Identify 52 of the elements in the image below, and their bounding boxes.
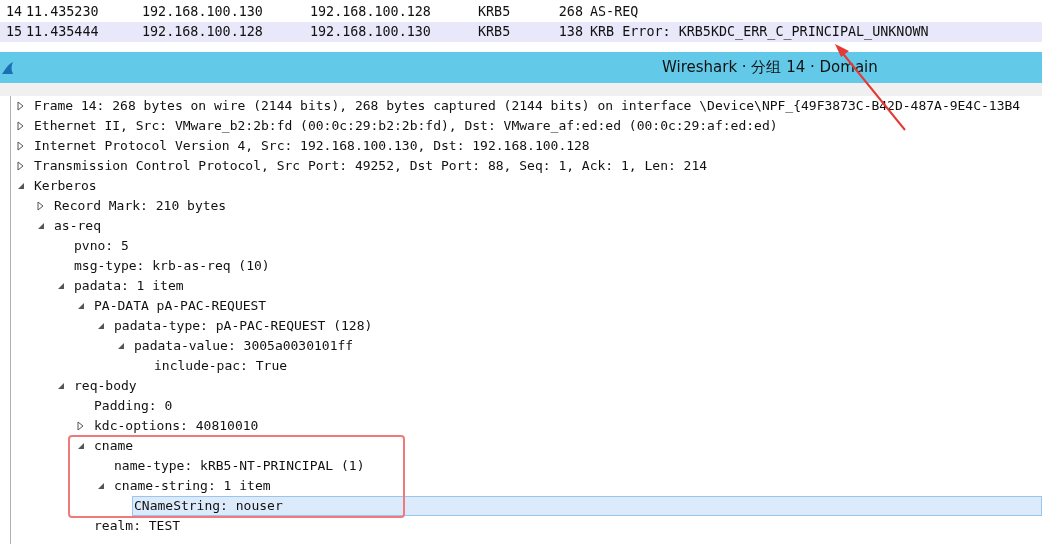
collapsed-triangle-icon[interactable] <box>17 161 24 171</box>
expanded-triangle-icon[interactable] <box>57 282 65 290</box>
packet-source: 192.168.100.130 <box>142 2 264 21</box>
packet-destination: 192.168.100.128 <box>310 2 432 21</box>
packet-number: 15 <box>5 22 24 41</box>
tree-item[interactable]: as-req <box>52 218 102 234</box>
packet-time: 11.435230 <box>26 2 100 21</box>
packet-protocol: KRB5 <box>478 2 512 21</box>
packet-time: 11.435444 <box>26 22 100 41</box>
tree-item[interactable]: Internet Protocol Version 4, Src: 192.168.100.130, Dst: 192.168.100.128 <box>32 138 591 154</box>
expanded-triangle-icon[interactable] <box>77 442 85 450</box>
expanded-triangle-icon[interactable] <box>97 482 105 490</box>
tree-item[interactable]: req-body <box>72 378 138 394</box>
packet-length: 138 <box>557 22 583 41</box>
expanded-triangle-icon[interactable] <box>117 342 125 350</box>
tree-item[interactable]: cname <box>92 438 135 454</box>
tree-item[interactable]: include-pac: True <box>152 358 289 374</box>
packet-info: AS-REQ <box>589 2 639 21</box>
expanded-triangle-icon[interactable] <box>17 182 25 190</box>
packet-row[interactable]: 15 11.435444 192.168.100.128 192.168.100.130 KRB5 138 KRB Error: KRB5KDC_ERR_C_PRINCIPAL_UNKNOWN <box>0 22 1042 42</box>
tree-item[interactable]: Transmission Control Protocol, Src Port: 49252, Dst Port: 88, Seq: 1, Ack: 1, Len: 214 <box>32 158 709 174</box>
packet-number: 14 <box>5 2 24 21</box>
packet-protocol: KRB5 <box>478 22 512 41</box>
tree-item[interactable]: padata: 1 item <box>72 278 185 294</box>
tree-item[interactable]: padata-value: 3005a0030101ff <box>132 338 355 354</box>
tree-item[interactable]: Ethernet II, Src: VMware_b2:2b:fd (00:0c:29:b2:2b:fd), Dst: VMware_af:ed:ed (00:0c:29:af:ed:ed) <box>32 118 779 134</box>
packet-length: 268 <box>557 2 583 21</box>
expanded-triangle-icon[interactable] <box>77 302 85 310</box>
packet-destination: 192.168.100.130 <box>310 22 432 41</box>
tree-item[interactable]: name-type: kRB5-NT-PRINCIPAL (1) <box>112 458 366 474</box>
tree-item[interactable]: CNameString: nouser <box>132 496 1042 516</box>
tree-item[interactable]: cname-string: 1 item <box>112 478 272 494</box>
collapsed-triangle-icon[interactable] <box>17 101 24 111</box>
expanded-triangle-icon[interactable] <box>57 382 65 390</box>
collapsed-triangle-icon[interactable] <box>37 201 44 211</box>
tree-item[interactable]: msg-type: krb-as-req (10) <box>72 258 271 274</box>
tree-item[interactable]: Padding: 0 <box>92 398 174 414</box>
tree-item[interactable]: Kerberos <box>32 178 98 194</box>
tree-item[interactable]: realm: TEST <box>92 518 182 534</box>
packet-info: KRB Error: KRB5KDC_ERR_C_PRINCIPAL_UNKNOWN <box>589 22 929 42</box>
collapsed-triangle-icon[interactable] <box>17 121 24 131</box>
tree-item[interactable]: PA-DATA pA-PAC-REQUEST <box>92 298 268 314</box>
packet-source: 192.168.100.128 <box>142 22 264 41</box>
shark-fin-icon <box>1 60 14 75</box>
expanded-triangle-icon[interactable] <box>97 322 105 330</box>
tree-item[interactable]: pvno: 5 <box>72 238 130 254</box>
expanded-triangle-icon[interactable] <box>37 222 45 230</box>
tree-item[interactable]: padata-type: pA-PAC-REQUEST (128) <box>112 318 374 334</box>
tree-item[interactable]: kdc-options: 40810010 <box>92 418 260 434</box>
collapsed-triangle-icon[interactable] <box>77 421 84 431</box>
collapsed-triangle-icon[interactable] <box>17 141 24 151</box>
tree-item[interactable]: Record Mark: 210 bytes <box>52 198 228 214</box>
